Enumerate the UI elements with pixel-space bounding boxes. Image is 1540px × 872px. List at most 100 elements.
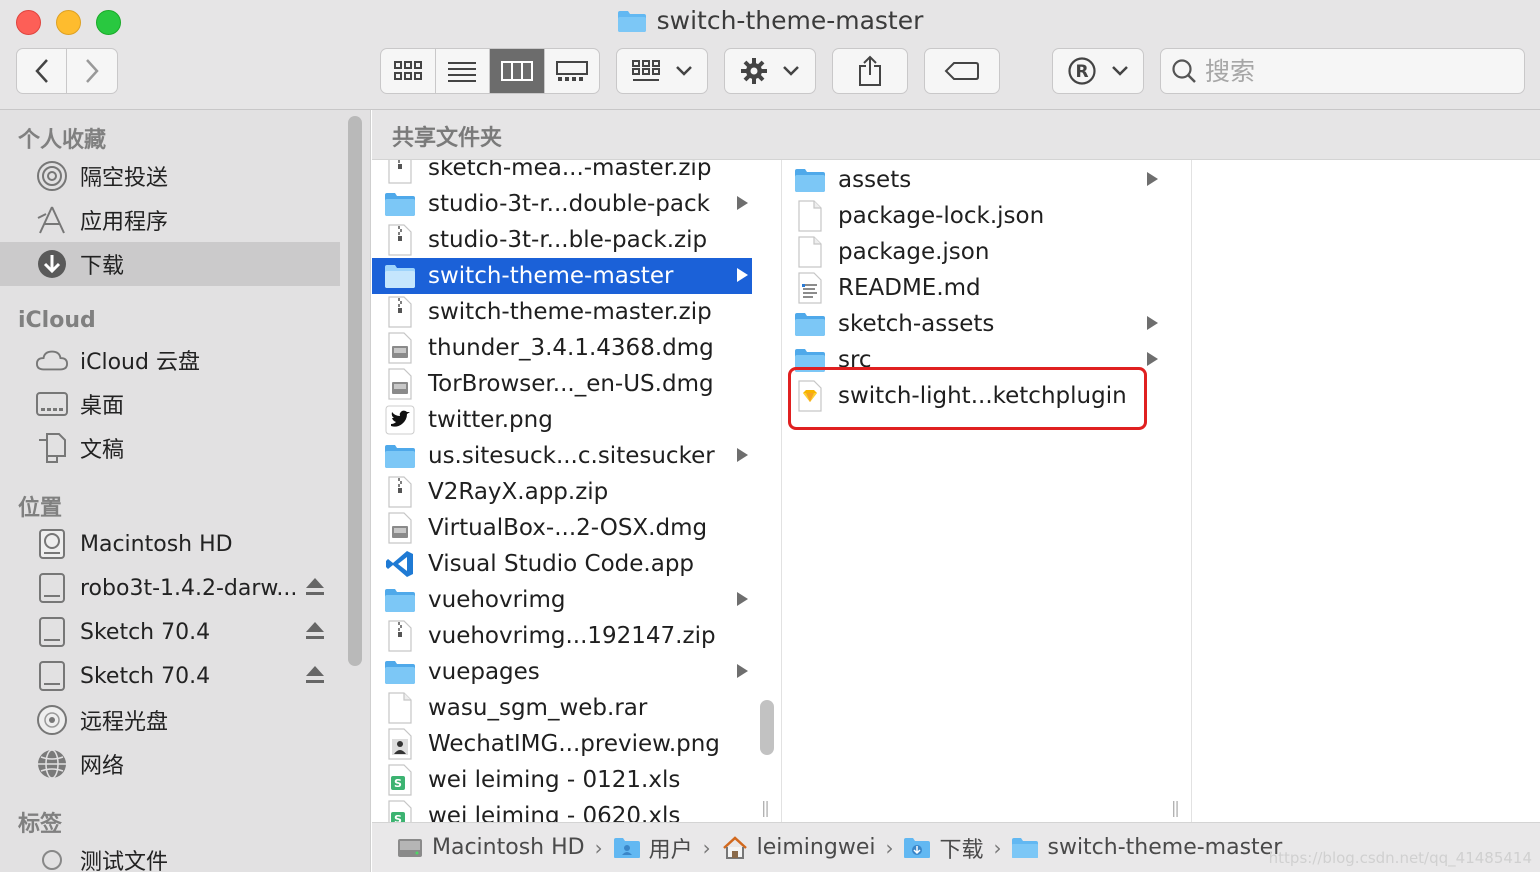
column-view-button[interactable] [490, 49, 545, 93]
file-name: V2RayX.app.zip [428, 479, 609, 505]
edit-tags-button[interactable] [924, 48, 1000, 94]
column-1-scrollbar[interactable] [760, 700, 774, 755]
breadcrumb-home[interactable]: leimingwei [721, 835, 875, 861]
back-button[interactable] [17, 49, 67, 93]
registered-icon: R [1068, 57, 1096, 85]
file-name: studio-3t-r...ble-pack.zip [428, 227, 708, 253]
column-2-file-row[interactable]: sketch-assets [782, 306, 1162, 342]
downloads-folder-icon [903, 835, 931, 861]
sidebar-header-icloud: iCloud [18, 308, 96, 333]
shared-folder-label: 共享文件夹 [392, 126, 503, 151]
column-1-file-row[interactable]: V2RayX.app.zip [372, 474, 752, 510]
sidebar-item-robo3t-volume[interactable]: robo3t-1.4.2-darw... [0, 566, 340, 610]
chevron-right-icon [86, 59, 99, 83]
zip-file-icon [384, 476, 416, 508]
forward-button[interactable] [67, 49, 117, 93]
column-resize-handle[interactable]: || [761, 798, 770, 817]
share-button[interactable] [832, 48, 908, 94]
sidebar-item-sketch-volume[interactable]: Sketch 70.4 [0, 610, 340, 654]
column-1-file-row[interactable]: thunder_3.4.1.4368.dmg [372, 330, 752, 366]
airdrop-icon [36, 160, 68, 192]
gallery-view-button[interactable] [545, 49, 600, 93]
image-file-icon [384, 728, 416, 760]
disclosure-arrow-icon [737, 664, 748, 678]
disclosure-arrow-icon [737, 592, 748, 606]
sidebar-item-label: 测试文件 [80, 850, 169, 872]
column-2-file-row[interactable]: assets [782, 162, 1162, 198]
shared-folder-header: 共享文件夹 [372, 110, 1540, 160]
sidebar-item-network[interactable]: 网络 [0, 742, 340, 786]
folder-icon [1011, 835, 1039, 861]
dmg-file-icon [384, 512, 416, 544]
column-1-file-row[interactable]: switch-theme-master.zip [372, 294, 752, 330]
disclosure-arrow-icon [737, 448, 748, 462]
column-1-file-row[interactable]: Visual Studio Code.app [372, 546, 752, 582]
column-1-file-row[interactable]: vuehovrimg [372, 582, 752, 618]
sidebar-item-airdrop[interactable]: 隔空投送 [0, 154, 340, 198]
column-1-file-row[interactable]: us.sitesuck...c.sitesucker [372, 438, 752, 474]
breadcrumb-downloads[interactable]: 下载 [903, 832, 983, 864]
column-2-file-row[interactable]: README.md [782, 270, 1162, 306]
file-name: vuehovrimg [428, 587, 566, 613]
file-name: assets [838, 167, 912, 193]
group-by-button[interactable] [616, 48, 708, 94]
chevron-down-icon [1112, 66, 1128, 76]
watermark-text: https://blog.csdn.net/qq_41485414 [1268, 849, 1532, 867]
sidebar-item-applications[interactable]: 应用程序 [0, 198, 340, 242]
documents-icon [36, 432, 68, 464]
column-1-file-row[interactable]: switch-theme-master [372, 258, 752, 294]
sidebar-item-label: 桌面 [80, 394, 125, 419]
sidebar-item-label: 网络 [80, 754, 125, 779]
sidebar-item-downloads[interactable]: 下载 [0, 242, 340, 286]
icon-view-button[interactable] [381, 49, 436, 93]
action-menu-button[interactable] [724, 48, 816, 94]
eject-icon[interactable] [304, 576, 326, 598]
column-1-file-row[interactable]: vuehovrimg...192147.zip [372, 618, 752, 654]
breadcrumb-current-folder[interactable]: switch-theme-master [1011, 835, 1282, 861]
breadcrumb-users[interactable]: 用户 [613, 832, 693, 864]
column-1-file-row[interactable]: Swei leiming - 0121.xls [372, 762, 752, 798]
sidebar-item-sketch-volume-2[interactable]: Sketch 70.4 [0, 654, 340, 698]
breadcrumb-macintosh-hd[interactable]: Macintosh HD [396, 835, 585, 861]
sidebar-item-desktop[interactable]: 桌面 [0, 382, 340, 426]
share-icon [859, 55, 881, 86]
xls-file-icon: S [384, 800, 416, 822]
sidebar-item-macintosh-hd[interactable]: Macintosh HD [0, 522, 340, 566]
column-1-file-row[interactable]: studio-3t-r...ble-pack.zip [372, 222, 752, 258]
gallery-view-icon [555, 61, 588, 81]
column-1-file-row[interactable]: Swei leiming - 0620.xls [372, 798, 752, 822]
sidebar-item-icloud-drive[interactable]: iCloud 云盘 [0, 338, 340, 382]
column-1-file-row[interactable]: WechatIMG...preview.png [372, 726, 752, 762]
extension-menu-button[interactable]: R [1052, 48, 1144, 94]
search-field[interactable] [1160, 48, 1525, 94]
file-file-icon [794, 200, 826, 232]
sidebar-item-documents[interactable]: 文稿 [0, 426, 340, 470]
toolbar: switch-theme-master R 搜索 [0, 0, 1540, 110]
column-1-file-row[interactable]: TorBrowser..._en-US.dmg [372, 366, 752, 402]
browser-column-3 [1192, 160, 1540, 822]
search-input[interactable] [1205, 56, 1505, 86]
column-1-file-row[interactable]: wasu_sgm_web.rar [372, 690, 752, 726]
eject-icon[interactable] [304, 664, 326, 686]
list-view-button[interactable] [436, 49, 490, 93]
column-1-file-row[interactable]: vuepages [372, 654, 752, 690]
column-2-file-row[interactable]: package.json [782, 234, 1162, 270]
disclosure-arrow-icon [1147, 172, 1158, 186]
column-1-file-row[interactable]: sketch-mea...-master.zip [372, 160, 752, 186]
disk-icon [36, 616, 68, 648]
breadcrumb-label: 下载 [939, 837, 984, 863]
eject-icon[interactable] [304, 620, 326, 642]
sidebar-item-label: 下载 [80, 254, 125, 279]
sidebar: 个人收藏 隔空投送 应用程序 下载 iCloud iCloud 云盘 桌面 文稿… [0, 110, 371, 872]
column-1-file-row[interactable]: twitter.png [372, 402, 752, 438]
sidebar-item-label: 远程光盘 [80, 710, 169, 735]
sidebar-scrollbar[interactable] [348, 116, 362, 666]
file-name: README.md [838, 275, 981, 301]
column-1-file-row[interactable]: studio-3t-r...double-pack [372, 186, 752, 222]
sidebar-item-remote-disc[interactable]: 远程光盘 [0, 698, 340, 742]
column-2-file-row[interactable]: package-lock.json [782, 198, 1162, 234]
file-name: switch-theme-master.zip [428, 299, 712, 325]
sidebar-item-tag-test[interactable]: 测试文件 [0, 838, 340, 872]
column-1-file-row[interactable]: VirtualBox-...2-OSX.dmg [372, 510, 752, 546]
column-resize-handle[interactable]: || [1171, 798, 1180, 817]
